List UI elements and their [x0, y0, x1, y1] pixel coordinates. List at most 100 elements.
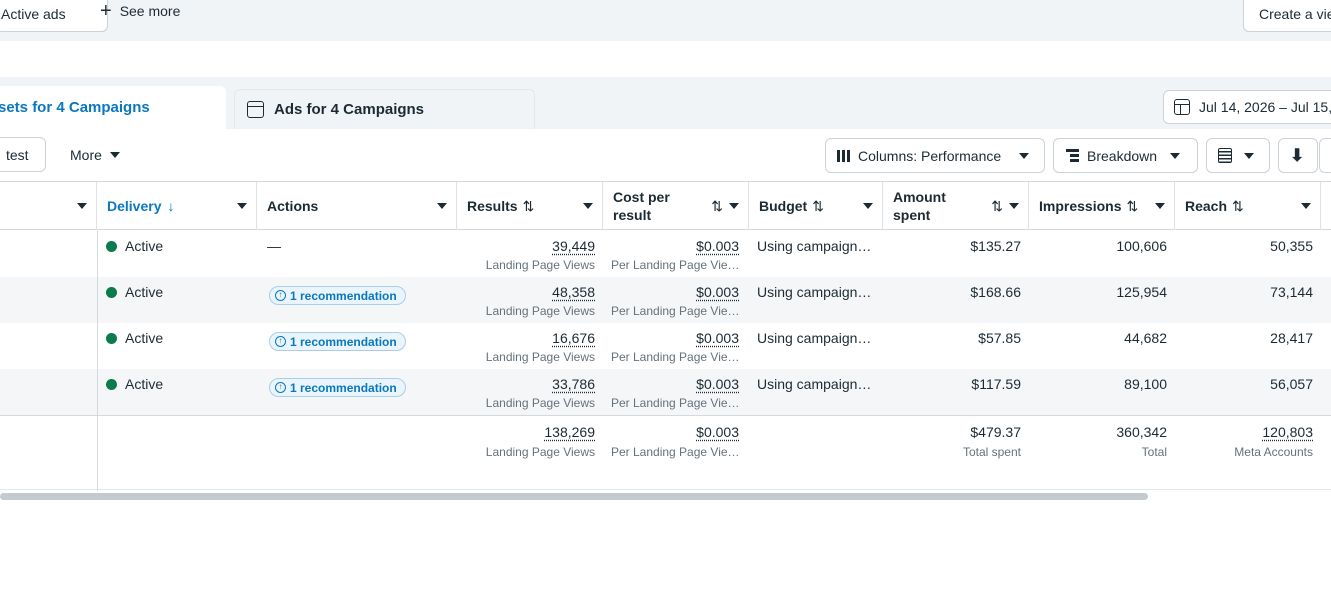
caret-down-icon[interactable]: [77, 203, 87, 209]
report-icon: [1218, 148, 1232, 163]
caret-down-icon[interactable]: [437, 203, 447, 209]
cost-type: Per Landing Page Vie…: [611, 350, 740, 364]
amount-spent-cell: $135.27: [970, 238, 1021, 254]
total-cost-value[interactable]: $0.003: [611, 424, 741, 440]
total-cost-cell: $0.003 Per Landing Page Vie…: [603, 416, 749, 491]
ab-test-button[interactable]: test: [0, 137, 46, 172]
caret-down-icon[interactable]: [583, 203, 593, 209]
reports-button[interactable]: [1206, 138, 1270, 173]
date-range-picker[interactable]: Jul 14, 2026 – Jul 15,: [1163, 90, 1331, 124]
sort-descending-icon: ↓: [167, 198, 175, 214]
caret-down-icon[interactable]: [863, 203, 873, 209]
caret-down-icon[interactable]: [1155, 203, 1165, 209]
tab-ads[interactable]: Ads for 4 Campaigns: [234, 89, 535, 129]
column-header-delivery[interactable]: Delivery ↓: [97, 182, 257, 230]
results-type: Landing Page Views: [485, 350, 595, 364]
results-type: Landing Page Views: [485, 396, 595, 410]
recommendation-badge[interactable]: ↑ 1 recommendation: [269, 286, 406, 305]
results-value[interactable]: 16,676: [457, 330, 595, 346]
budget-cell: Using campaign…: [757, 330, 872, 346]
active-status-dot: [106, 333, 117, 344]
table-row[interactable]: Active ↑ 1 recommendation 16,676 Landing P…: [0, 323, 1331, 369]
see-more-label: See more: [119, 3, 181, 19]
cost-type: Per Landing Page Vie…: [611, 304, 740, 318]
delivery-status: Active: [125, 330, 164, 346]
total-reach-label: Meta Accounts: [1234, 445, 1313, 459]
caret-down-icon: [109, 151, 120, 158]
impressions-cell: 125,954: [1116, 284, 1167, 300]
results-value[interactable]: 33,786: [457, 376, 595, 392]
active-status-dot: [106, 287, 117, 298]
more-button[interactable]: More: [60, 137, 136, 172]
table-row[interactable]: Active ↑ 1 recommendation 48,358 Landing P…: [0, 277, 1331, 323]
sort-icon: ⇅: [522, 197, 535, 214]
caret-down-icon[interactable]: [1301, 203, 1311, 209]
results-header-label: Results: [467, 198, 518, 214]
column-header-name[interactable]: [0, 182, 97, 230]
caret-down-icon[interactable]: [237, 203, 247, 209]
recommendation-badge[interactable]: ↑ 1 recommendation: [269, 378, 406, 397]
columns-button[interactable]: Columns: Performance: [825, 138, 1045, 173]
sort-icon: ⇅: [812, 197, 824, 214]
export-button[interactable]: ⬇: [1278, 138, 1318, 173]
sort-icon: ⇅: [991, 198, 1003, 214]
actions-header-label: Actions: [267, 198, 319, 214]
cost-value[interactable]: $0.003: [611, 376, 741, 392]
cost-cell: $0.003 Per Landing Page Vie…: [603, 323, 749, 369]
table-row[interactable]: Active ↑ 1 recommendation 33,786 Landing P…: [0, 369, 1331, 415]
reach-cell: 28,417: [1270, 330, 1313, 346]
column-header-cost-per-result[interactable]: Cost per result ⇅: [603, 182, 749, 230]
breakdown-button[interactable]: Breakdown: [1053, 138, 1198, 173]
amount-spent-cell: $168.66: [970, 284, 1021, 300]
total-results-cell: 138,269 Landing Page Views: [457, 416, 603, 491]
tab-ad-sets[interactable]: sets for 4 Campaigns: [0, 86, 226, 129]
delivery-cell: Active: [97, 323, 257, 369]
cost-value[interactable]: $0.003: [611, 284, 741, 300]
delivery-header-label: Delivery: [107, 198, 162, 214]
actions-cell: ↑ 1 recommendation: [257, 277, 457, 323]
cost-header-line2: result: [613, 207, 652, 223]
columns-icon: [837, 149, 850, 162]
see-more-button[interactable]: + See more: [100, 1, 181, 21]
table-row[interactable]: Active — 39,449 Landing Page Views $0.003…: [0, 231, 1331, 277]
results-value[interactable]: 39,449: [457, 238, 595, 254]
ad-sets-table: Delivery ↓ Actions Results ⇅ Cost per res…: [0, 181, 1331, 491]
filter-bar: [0, 0, 1331, 41]
budget-cell: Using campaign…: [757, 376, 872, 392]
caret-down-icon[interactable]: [1009, 203, 1019, 209]
total-results-value[interactable]: 138,269: [457, 424, 595, 440]
recommendation-badge[interactable]: ↑ 1 recommendation: [269, 332, 406, 351]
reach-header-label: Reach: [1185, 198, 1228, 214]
arrow-up-circle-icon: ↑: [275, 336, 286, 347]
sort-icon: ⇅: [1232, 197, 1244, 214]
delivery-status: Active: [125, 284, 164, 300]
results-cell: 33,786 Landing Page Views: [457, 369, 603, 415]
impressions-cell: 89,100: [1124, 376, 1167, 392]
more-options-button[interactable]: [1319, 138, 1331, 173]
results-value[interactable]: 48,358: [457, 284, 595, 300]
totals-row: 138,269 Landing Page Views $0.003 Per Land…: [0, 415, 1331, 491]
reach-cell: 56,057: [1270, 376, 1313, 392]
column-header-budget[interactable]: Budget ⇅: [749, 182, 883, 230]
create-view-button[interactable]: Create a vie: [1243, 0, 1331, 32]
active-ads-chip[interactable]: Active ads: [0, 0, 108, 32]
delivery-status: Active: [125, 238, 164, 254]
cost-value[interactable]: $0.003: [611, 238, 741, 254]
total-reach-value[interactable]: 120,803: [1175, 424, 1313, 440]
amount-header-line2: spent: [893, 207, 931, 223]
column-header-impressions[interactable]: Impressions ⇅: [1029, 182, 1175, 230]
column-header-results[interactable]: Results ⇅: [457, 182, 603, 230]
caret-down-icon: [1244, 152, 1254, 159]
results-cell: 16,676 Landing Page Views: [457, 323, 603, 369]
cost-cell: $0.003 Per Landing Page Vie…: [603, 277, 749, 323]
total-reach-cell: 120,803 Meta Accounts: [1175, 416, 1321, 491]
column-header-reach[interactable]: Reach ⇅: [1175, 182, 1321, 230]
cost-value[interactable]: $0.003: [611, 330, 741, 346]
column-header-amount-spent[interactable]: Amount spent ⇅: [883, 182, 1029, 230]
caret-down-icon[interactable]: [729, 203, 739, 209]
results-type: Landing Page Views: [485, 258, 595, 272]
total-impressions-label: Total: [1141, 445, 1167, 459]
impressions-header-label: Impressions: [1039, 198, 1122, 214]
column-header-actions[interactable]: Actions: [257, 182, 457, 230]
horizontal-scrollbar[interactable]: [0, 493, 1148, 500]
